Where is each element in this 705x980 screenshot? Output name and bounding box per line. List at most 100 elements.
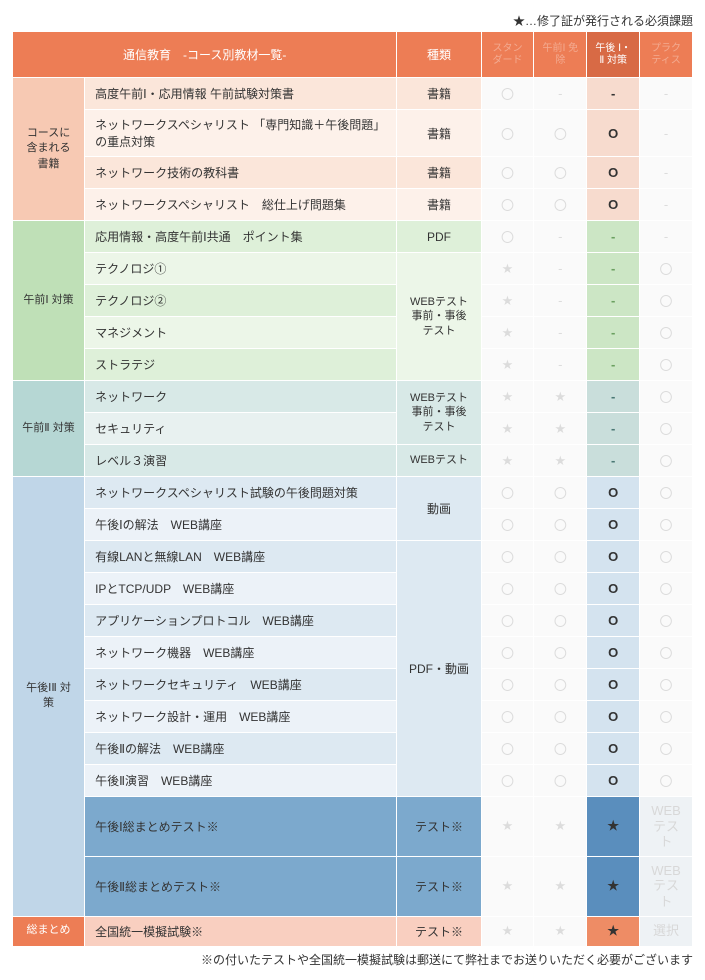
table-row: 午後Ⅱ総まとめテスト※テスト※★★★WEB テスト [13,856,693,916]
status-cell: O [587,765,640,797]
status-cell: 〇 [640,637,693,669]
status-cell: ★ [481,253,534,285]
status-cell: - [534,221,587,253]
status-cell: - [640,78,693,110]
status-cell: 〇 [481,637,534,669]
material-name: 高度午前Ⅰ・応用情報 午前試験対策書 [85,78,397,110]
status-cell: ★ [481,445,534,477]
status-cell: 〇 [534,189,587,221]
status-cell: 選択 [640,916,693,946]
status-cell: 〇 [481,669,534,701]
status-cell: ★ [481,349,534,381]
status-cell: ★ [534,856,587,916]
status-cell: - [587,445,640,477]
status-cell: 〇 [534,110,587,157]
status-cell: - [587,317,640,349]
material-name: 午後Ⅰ総まとめテスト※ [85,797,397,857]
status-cell: ★ [481,797,534,857]
table-row: マネジメント★--〇 [13,317,693,349]
status-cell: WEB テスト [640,856,693,916]
status-cell: 〇 [640,765,693,797]
type-cell: 書籍 [397,189,481,221]
status-cell: 〇 [481,509,534,541]
status-cell: 〇 [481,573,534,605]
status-cell: 〇 [640,445,693,477]
status-cell: 〇 [640,477,693,509]
material-name: ネットワークスペシャリスト 「専門知識＋午後問題」の重点対策 [85,110,397,157]
status-cell: - [640,157,693,189]
top-note: ★…修了証が発行される必須課題 [12,12,693,29]
material-name: セキュリティ [85,413,397,445]
status-cell: 〇 [534,605,587,637]
material-name: ストラテジ [85,349,397,381]
status-cell: 〇 [534,669,587,701]
type-cell: 動画 [397,477,481,541]
material-name: テクノロジ② [85,285,397,317]
bottom-note: ※の付いたテストや全国統一模擬試験は郵送にて弊社までお送りいただく必要がございま… [12,951,693,968]
status-cell: ★ [534,797,587,857]
status-cell: 〇 [481,189,534,221]
table-row: レベル３演習WEBテスト★★-〇 [13,445,693,477]
status-cell: 〇 [534,701,587,733]
type-header: 種類 [397,32,481,78]
status-cell: O [587,541,640,573]
status-cell: 〇 [481,221,534,253]
status-cell: - [534,285,587,317]
material-name: レベル３演習 [85,445,397,477]
table-row: コースに 含まれる 書籍高度午前Ⅰ・応用情報 午前試験対策書書籍〇--- [13,78,693,110]
type-cell: テスト※ [397,797,481,857]
status-cell: ★ [534,916,587,946]
table-row: ネットワーク設計・運用 WEB講座〇〇O〇 [13,701,693,733]
status-cell: 〇 [481,110,534,157]
table-row: アプリケーションプロトコル WEB講座〇〇O〇 [13,605,693,637]
table-row: ネットワーク機器 WEB講座〇〇O〇 [13,637,693,669]
table-row: 午後Ⅰの解法 WEB講座〇〇O〇 [13,509,693,541]
status-cell: 〇 [640,317,693,349]
status-cell: O [587,157,640,189]
table-row: ネットワークスペシャリスト 「専門知識＋午後問題」の重点対策書籍〇〇O- [13,110,693,157]
status-cell: 〇 [640,669,693,701]
status-cell: - [587,413,640,445]
status-cell: 〇 [640,573,693,605]
status-cell: - [587,349,640,381]
type-cell: 書籍 [397,78,481,110]
status-cell: ★ [534,445,587,477]
material-name: ネットワークスペシャリスト試験の午後問題対策 [85,477,397,509]
status-cell: 〇 [640,349,693,381]
material-name: 午後Ⅰの解法 WEB講座 [85,509,397,541]
table-row: ストラテジ★--〇 [13,349,693,381]
type-cell: テスト※ [397,916,481,946]
type-cell: PDF・動画 [397,541,481,797]
status-cell: O [587,733,640,765]
status-cell: O [587,509,640,541]
table-row: テクノロジ①WEBテスト 事前・事後 テスト★--〇 [13,253,693,285]
status-cell: O [587,573,640,605]
table-row: 午後ⅠⅡ 対策ネットワークスペシャリスト試験の午後問題対策動画〇〇O〇 [13,477,693,509]
status-cell: - [587,285,640,317]
table-row: 有線LANと無線LAN WEB講座PDF・動画〇〇O〇 [13,541,693,573]
status-cell: 〇 [534,509,587,541]
status-cell: 〇 [481,78,534,110]
status-cell: ★ [481,856,534,916]
status-cell: WEB テスト [640,797,693,857]
status-cell: ★ [534,381,587,413]
table-row: ネットワークスペシャリスト 総仕上げ問題集書籍〇〇O- [13,189,693,221]
material-name: テクノロジ① [85,253,397,285]
table-row: 午前Ⅰ 対策応用情報・高度午前Ⅰ共通 ポイント集PDF〇--- [13,221,693,253]
table-row: 午後Ⅱの解法 WEB講座〇〇O〇 [13,733,693,765]
status-cell: O [587,669,640,701]
status-cell: - [587,78,640,110]
table-row: 午後Ⅱ演習 WEB講座〇〇O〇 [13,765,693,797]
material-name: マネジメント [85,317,397,349]
status-cell: 〇 [534,477,587,509]
status-cell: ★ [587,797,640,857]
material-name: IPとTCP/UDP WEB講座 [85,573,397,605]
table-row: ネットワークセキュリティ WEB講座〇〇O〇 [13,669,693,701]
category-books: コースに 含まれる 書籍 [13,78,85,221]
status-cell: 〇 [481,157,534,189]
table-row: セキュリティ★★-〇 [13,413,693,445]
status-cell: 〇 [481,701,534,733]
type-cell: WEBテスト 事前・事後 テスト [397,253,481,381]
status-cell: - [640,221,693,253]
status-cell: - [587,221,640,253]
